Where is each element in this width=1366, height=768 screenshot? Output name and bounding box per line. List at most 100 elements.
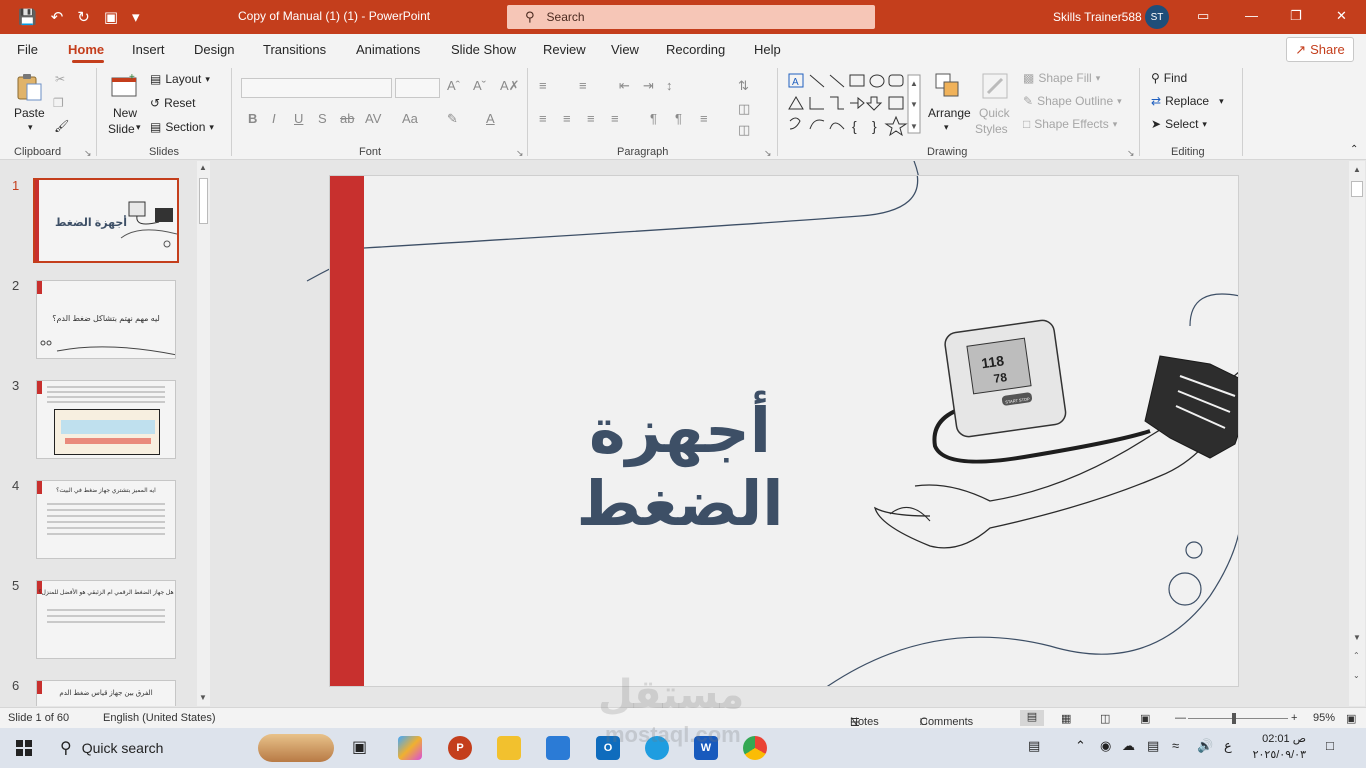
slide-scroll-thumb[interactable] (1351, 181, 1363, 197)
drawing-launcher-icon[interactable]: ↘ (1127, 148, 1135, 159)
text-direction-icon[interactable]: ⇅ (738, 78, 749, 94)
tab-file[interactable]: File (17, 42, 38, 57)
italic-icon[interactable]: I (272, 111, 276, 126)
quick-styles-label-2[interactable]: Styles (975, 122, 1008, 136)
previous-slide-icon[interactable]: ⌃ (1353, 651, 1360, 660)
tab-view[interactable]: View (611, 42, 639, 57)
reset-button[interactable]: ↺ Reset (150, 96, 195, 110)
paste-icon[interactable] (14, 72, 44, 102)
collapse-ribbon-icon[interactable]: ⌃ (1350, 144, 1358, 155)
section-button[interactable]: ▤ Section ▾ (150, 120, 214, 134)
select-button[interactable]: ➤ Select ▾ (1151, 117, 1207, 131)
arrange-icon[interactable] (933, 71, 963, 101)
save-icon[interactable]: 💾 (18, 10, 37, 25)
scroll-down-icon[interactable]: ▼ (1353, 633, 1361, 642)
keyboard-language[interactable]: ع (1224, 738, 1232, 754)
user-name[interactable]: Skills Trainer588 (1053, 10, 1142, 24)
input-indicator-icon[interactable]: ▤ (1028, 738, 1040, 754)
copy-icon[interactable]: ❐ (53, 96, 64, 110)
format-painter-icon[interactable]: 🖌 (54, 119, 69, 133)
present-icon[interactable]: ▣ (104, 10, 118, 25)
slide-scrollbar[interactable]: ▲ ▼ ⌃ ⌄ (1349, 161, 1365, 706)
language-status[interactable]: English (United States) (103, 712, 216, 724)
avatar[interactable]: ST (1145, 5, 1169, 29)
shadow-icon[interactable]: S (318, 111, 327, 126)
font-size-combo[interactable] (395, 78, 440, 98)
volume-icon[interactable]: 🔊 (1197, 738, 1213, 754)
cut-icon[interactable]: ✂ (55, 72, 65, 86)
powerpoint-icon[interactable]: P (448, 736, 472, 760)
restore-icon[interactable]: ❐ (1290, 8, 1302, 24)
close-icon[interactable]: ✕ (1336, 8, 1347, 24)
scroll-up-icon[interactable]: ▲ (1353, 165, 1361, 174)
increase-indent-icon[interactable]: ⇥ (643, 78, 654, 94)
align-center-icon[interactable]: ≡ (563, 111, 571, 126)
tab-animations[interactable]: Animations (356, 42, 420, 57)
notifications-icon[interactable]: □ (1326, 738, 1334, 753)
align-left-icon[interactable]: ≡ (539, 111, 547, 126)
change-case-icon[interactable]: Aa (402, 111, 418, 126)
zoom-in-icon[interactable]: + (1291, 712, 1297, 724)
new-slide-icon[interactable]: + (109, 72, 139, 102)
tab-slide-show[interactable]: Slide Show (451, 42, 516, 57)
cloud-icon[interactable]: ☁ (1122, 738, 1135, 754)
slide-thumbnail-3[interactable] (36, 380, 176, 459)
chrome-icon[interactable] (743, 736, 767, 760)
zoom-slider[interactable] (1188, 718, 1288, 719)
tab-home[interactable]: Home (68, 42, 104, 57)
ltr-icon[interactable]: ¶ (650, 111, 657, 126)
decrease-indent-icon[interactable]: ⇤ (619, 78, 630, 94)
tab-transitions[interactable]: Transitions (263, 42, 326, 57)
taskbar-clock[interactable]: 02:01 ص ٢٠٢٥/٠٩/٠٣ (1236, 731, 1306, 763)
minimize-icon[interactable]: — (1245, 8, 1258, 23)
slide-thumbnail-6[interactable]: الفرق بين جهاز قياس ضغط الدم (36, 680, 176, 706)
tab-review[interactable]: Review (543, 42, 586, 57)
zoom-out-icon[interactable]: — (1175, 712, 1186, 724)
new-slide-label-2[interactable]: Slide (108, 122, 135, 136)
paragraph-launcher-icon[interactable]: ↘ (764, 148, 772, 159)
camera-icon[interactable]: ◉ (1100, 738, 1111, 754)
numbering-icon[interactable]: ≡ (579, 78, 587, 93)
customize-qat-icon[interactable]: ▾ (132, 10, 140, 25)
store-icon[interactable] (546, 736, 570, 760)
bold-icon[interactable]: B (248, 111, 257, 126)
slideshow-view-icon[interactable]: ▣ (1140, 712, 1150, 725)
tab-design[interactable]: Design (194, 42, 234, 57)
shape-effects-button[interactable]: □ Shape Effects ▾ (1023, 117, 1117, 131)
scroll-down-icon[interactable]: ▼ (199, 693, 207, 702)
redo-icon[interactable]: ↻ (77, 10, 90, 25)
align-right-icon[interactable]: ≡ (587, 111, 595, 126)
new-slide-label-1[interactable]: New (113, 106, 137, 120)
undo-icon[interactable]: ↶ (51, 10, 64, 25)
fit-to-window-icon[interactable]: ▣ (1346, 712, 1356, 725)
normal-view-icon[interactable]: ▤ (1020, 710, 1044, 726)
slide-thumbnail-5[interactable]: هل جهاز الضغط الرقمي ام الزئبقي هو الأفض… (36, 580, 176, 659)
columns-icon[interactable]: ≡ (700, 111, 708, 126)
shrink-font-icon[interactable]: Aˇ (473, 78, 486, 93)
shape-fill-button[interactable]: ▩ Shape Fill ▾ (1023, 71, 1100, 85)
font-color-icon[interactable]: A (486, 111, 495, 126)
layout-button[interactable]: ▤ Layout ▾ (150, 72, 210, 86)
underline-icon[interactable]: U (294, 111, 303, 126)
thumbnail-scrollbar[interactable]: ▲ ▼ (197, 161, 210, 706)
tab-help[interactable]: Help (754, 42, 781, 57)
wifi-icon[interactable]: ≈ (1172, 738, 1179, 753)
arrange-button[interactable]: Arrange (928, 106, 971, 120)
tab-insert[interactable]: Insert (132, 42, 165, 57)
ribbon-display-icon[interactable]: ▭ (1197, 8, 1209, 24)
scroll-up-icon[interactable]: ▲ (199, 163, 207, 172)
reading-view-icon[interactable]: ◫ (1100, 712, 1110, 725)
search-box[interactable]: ⚲ Search (507, 5, 875, 29)
slide-thumbnail-4[interactable]: ايه المميز بتشتري جهاز ضغط في البيت؟ (36, 480, 176, 559)
new-slide-dropdown-icon[interactable]: ▾ (136, 122, 141, 133)
arrange-dropdown-icon[interactable]: ▾ (944, 122, 949, 133)
slide-thumbnail-2[interactable]: ليه مهم نهتم بتشاكل ضغط الدم؟ (36, 280, 176, 359)
thumbnail-scroll-thumb[interactable] (199, 178, 208, 224)
current-slide[interactable]: 118 78 START STOP أجهزة الضغط (329, 175, 1239, 687)
strikethrough-icon[interactable]: ab (340, 111, 354, 126)
tray-overflow-icon[interactable]: ⌃ (1075, 738, 1086, 754)
line-spacing-icon[interactable]: ↕ (666, 78, 673, 93)
shapes-gallery[interactable]: A { } ▲ ▼ ▼ (786, 71, 922, 137)
windows-start-icon[interactable] (16, 740, 32, 756)
paste-button[interactable]: Paste (14, 106, 45, 120)
